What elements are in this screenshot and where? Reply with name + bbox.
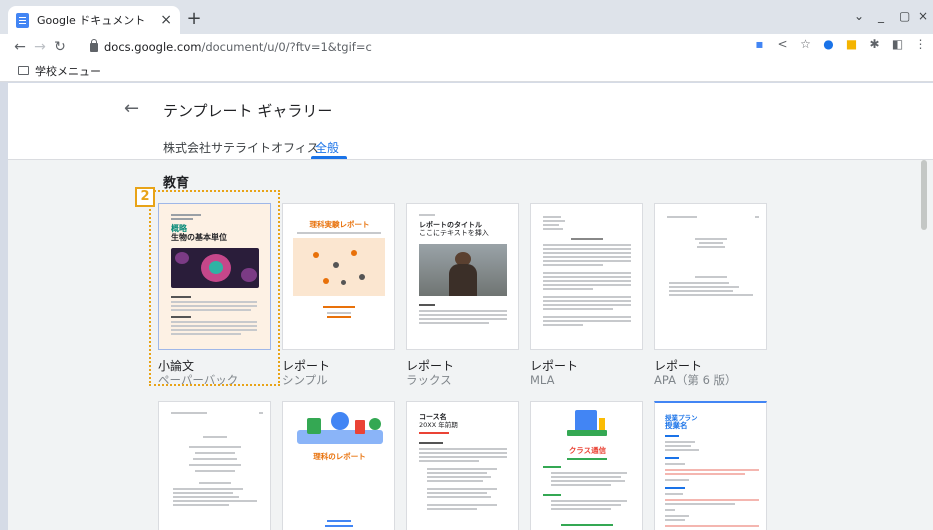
- template-thumbnail[interactable]: 授業プラン 授業名: [654, 401, 767, 530]
- page-title: テンプレート ギャラリー: [163, 102, 333, 120]
- template-card-report-simple[interactable]: 理科実験レポート レポート シンプル: [282, 203, 395, 387]
- minimize-button[interactable]: _: [878, 9, 884, 23]
- maximize-button[interactable]: ▢: [899, 9, 910, 23]
- close-window-button[interactable]: ×: [918, 9, 928, 23]
- puzzle-icon[interactable]: ✱: [868, 38, 881, 51]
- tab-company[interactable]: 株式会社サテライトオフィス: [163, 139, 319, 156]
- docs-extension-icon[interactable]: ▪: [753, 38, 766, 51]
- browser-toolbar: ← → ↻ docs.google.com/document/u/0/?ftv=…: [0, 34, 933, 60]
- template-thumbnail[interactable]: コース名 20XX 年前期: [406, 401, 519, 530]
- address-bar[interactable]: docs.google.com/document/u/0/?ftv=1&tgif…: [80, 36, 820, 58]
- close-tab-icon[interactable]: ×: [160, 12, 172, 28]
- gallery-header: ← テンプレート ギャラリー 株式会社サテライトオフィス 全般: [8, 83, 933, 160]
- bookmark-school-menu[interactable]: 学校メニュー: [35, 63, 101, 79]
- browser-tab[interactable]: Google ドキュメント ×: [8, 6, 180, 34]
- extension-icon[interactable]: ■: [845, 38, 858, 51]
- toolbar-icons: ▪ < ☆ ● ■ ✱ ◧ ⋮: [753, 38, 927, 51]
- active-tab-indicator: [311, 156, 347, 159]
- template-card-row2-1[interactable]: [158, 401, 271, 530]
- template-subtitle: APA（第 6 版）: [654, 373, 737, 387]
- tab-search-icon[interactable]: ⌄: [854, 9, 864, 23]
- science-illustration: [297, 412, 383, 446]
- template-subtitle: シンプル: [282, 373, 328, 387]
- bookmark-star-icon[interactable]: ☆: [799, 38, 812, 51]
- tab-title: Google ドキュメント: [37, 14, 146, 27]
- lock-icon: [90, 38, 98, 52]
- bookmarks-bar: 学校メニュー: [0, 60, 933, 82]
- template-thumbnail[interactable]: レポートのタイトル ここにテキストを挿入: [406, 203, 519, 350]
- template-name: レポート: [654, 359, 703, 373]
- template-name: レポート: [530, 359, 579, 373]
- new-tab-button[interactable]: +: [183, 8, 205, 29]
- template-card-report-mla[interactable]: レポート MLA: [530, 203, 643, 387]
- template-card-class-newsletter[interactable]: クラス通信: [530, 401, 643, 530]
- shield-extension-icon[interactable]: ●: [822, 38, 835, 51]
- template-subtitle: MLA: [530, 373, 555, 387]
- forward-icon[interactable]: →: [30, 39, 50, 55]
- folder-icon: [18, 66, 29, 75]
- template-thumbnail[interactable]: [530, 203, 643, 350]
- scrollbar[interactable]: [921, 160, 927, 230]
- docs-icon: [16, 12, 29, 28]
- template-name: レポート: [282, 359, 331, 373]
- template-thumbnail[interactable]: クラス通信: [530, 401, 643, 530]
- section-title: 教育: [163, 176, 190, 191]
- template-card-report-luxe[interactable]: レポートのタイトル ここにテキストを挿入 レポート ラックス: [406, 203, 519, 387]
- template-thumbnail[interactable]: 理科のレポート: [282, 401, 395, 530]
- share-icon[interactable]: <: [776, 38, 789, 51]
- template-thumbnail[interactable]: [158, 401, 271, 530]
- template-card-science-report[interactable]: 理科のレポート: [282, 401, 395, 530]
- template-card-lesson-plan[interactable]: 授業プラン 授業名: [654, 401, 767, 530]
- template-name: レポート: [406, 359, 455, 373]
- url-text: docs.google.com/document/u/0/?ftv=1&tgif…: [104, 40, 372, 54]
- template-subtitle: ラックス: [406, 373, 452, 387]
- back-icon[interactable]: ←: [10, 39, 30, 55]
- photo-illustration: [419, 244, 507, 296]
- highlight-box: [149, 190, 280, 386]
- template-card-course[interactable]: コース名 20XX 年前期: [406, 401, 519, 530]
- template-thumbnail[interactable]: [654, 203, 767, 350]
- template-thumbnail[interactable]: 理科実験レポート: [282, 203, 395, 350]
- tab-general[interactable]: 全般: [315, 139, 339, 156]
- molecule-illustration: [293, 238, 385, 296]
- step-badge: 2: [135, 187, 155, 207]
- menu-icon[interactable]: ⋮: [914, 38, 927, 51]
- template-card-report-apa[interactable]: レポート APA（第 6 版）: [654, 203, 767, 387]
- side-panel-icon[interactable]: ◧: [891, 38, 904, 51]
- back-arrow-icon[interactable]: ←: [124, 98, 139, 119]
- tab-strip: Google ドキュメント × + ⌄ _ ▢ ×: [0, 0, 933, 34]
- book-illustration: [567, 410, 607, 438]
- reload-icon[interactable]: ↻: [50, 39, 70, 55]
- template-gallery-page: ← テンプレート ギャラリー 株式会社サテライトオフィス 全般 教育 概略 生物…: [8, 83, 933, 530]
